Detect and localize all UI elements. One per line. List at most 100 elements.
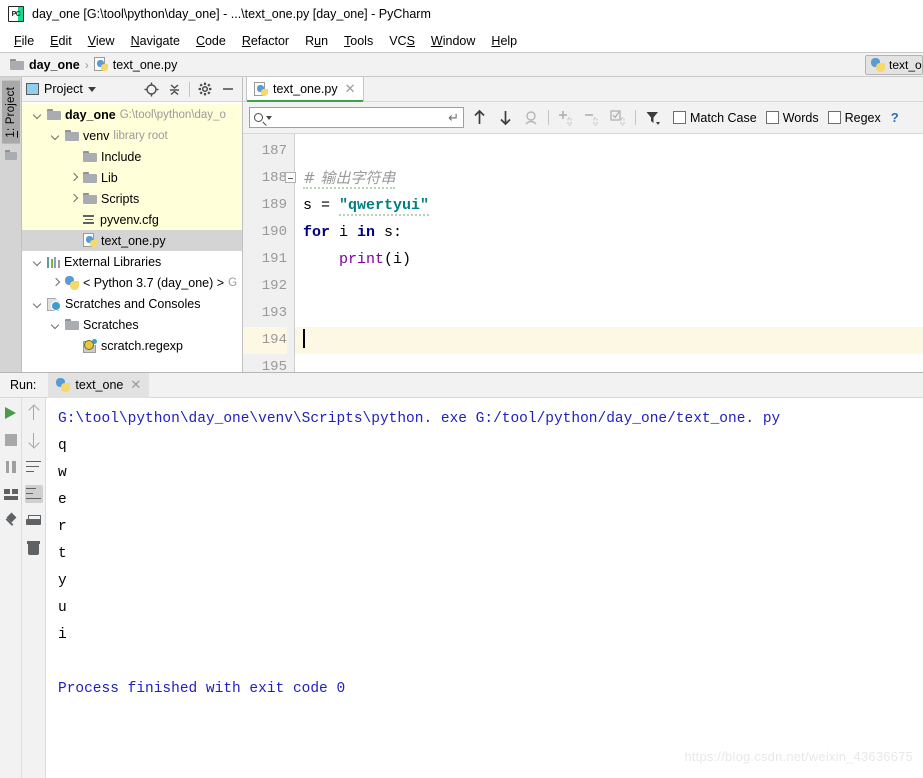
- chevron-right-icon[interactable]: [68, 193, 79, 204]
- editor-tab-text-one[interactable]: text_one.py ✕: [246, 76, 364, 102]
- code-line[interactable]: [303, 354, 923, 372]
- search-input[interactable]: [275, 109, 446, 126]
- close-icon[interactable]: ✕: [345, 81, 356, 97]
- code-line[interactable]: [303, 273, 923, 300]
- tree-item[interactable]: venv library root: [22, 125, 242, 146]
- tree-item[interactable]: External Libraries: [22, 251, 242, 272]
- code-line[interactable]: [303, 138, 923, 165]
- regex-option[interactable]: Regex: [827, 111, 881, 125]
- add-occurrence-button[interactable]: [555, 107, 577, 129]
- code-line[interactable]: [295, 327, 923, 354]
- words-checkbox[interactable]: [765, 111, 779, 124]
- menu-vcs[interactable]: VCS: [381, 31, 423, 51]
- chevron-down-icon[interactable]: [32, 256, 43, 267]
- find-help-link[interactable]: ?: [891, 110, 899, 125]
- scroll-down-button[interactable]: [25, 431, 43, 449]
- chevron-down-icon[interactable]: [50, 319, 61, 330]
- tree-item[interactable]: Include: [22, 146, 242, 167]
- chevron-down-icon[interactable]: [87, 86, 96, 92]
- hide-panel-button[interactable]: [218, 79, 238, 99]
- tree-item-label: Scratches and Consoles: [65, 296, 201, 311]
- menu-window[interactable]: Window: [423, 31, 483, 51]
- menu-run[interactable]: Run: [297, 31, 336, 51]
- run-configuration-chip[interactable]: text_o: [865, 55, 923, 75]
- console-line: t: [58, 546, 67, 562]
- menu-refactor[interactable]: Refactor: [234, 31, 297, 51]
- breadcrumb-project[interactable]: day_one: [10, 58, 80, 72]
- select-all-button[interactable]: [607, 107, 629, 129]
- run-panel-body: G:\tool\python\day_one\venv\Scripts\pyth…: [0, 398, 923, 778]
- code-line[interactable]: s = "qwertyui": [303, 192, 923, 219]
- tree-item[interactable]: < Python 3.7 (day_one) > G: [22, 272, 242, 293]
- code-line[interactable]: [303, 300, 923, 327]
- folder-icon: [65, 319, 79, 330]
- chevron-down-icon[interactable]: [32, 109, 43, 120]
- code-content[interactable]: # 输出字符串 s = "qwertyui" for i in s: print(i…: [285, 134, 923, 372]
- remove-occurrence-button[interactable]: [581, 107, 603, 129]
- locate-file-button[interactable]: [141, 79, 161, 99]
- search-field[interactable]: ↵: [249, 107, 464, 128]
- search-icon: [254, 113, 263, 122]
- python-file-icon: [83, 233, 97, 248]
- tree-item[interactable]: text_one.py: [22, 230, 242, 251]
- chevron-right-icon[interactable]: [68, 172, 79, 183]
- code-editor[interactable]: 187 188 189 190 191 192 193 194 195 # 输出字符串 s = "…: [243, 134, 923, 372]
- menu-view[interactable]: View: [80, 31, 123, 51]
- menu-file[interactable]: File: [6, 31, 42, 51]
- soft-wrap-button[interactable]: [25, 458, 43, 476]
- match-case-option[interactable]: Match Case: [673, 111, 757, 125]
- console-output[interactable]: G:\tool\python\day_one\venv\Scripts\pyth…: [46, 398, 923, 778]
- menu-code[interactable]: Code: [188, 31, 234, 51]
- clear-all-button[interactable]: [25, 539, 43, 557]
- select-all-occurrences-button[interactable]: [520, 107, 542, 129]
- stop-button[interactable]: [2, 431, 20, 449]
- code-token: s: [303, 197, 322, 214]
- tree-item-label: Lib: [101, 170, 118, 185]
- menu-edit[interactable]: Edit: [42, 31, 80, 51]
- rerun-button[interactable]: [2, 404, 20, 422]
- menu-navigate[interactable]: Navigate: [123, 31, 188, 51]
- match-case-checkbox[interactable]: [673, 111, 686, 124]
- fold-collapse-icon[interactable]: [285, 172, 296, 183]
- code-token: (i): [384, 251, 412, 268]
- chevron-down-icon[interactable]: [266, 115, 272, 120]
- pause-button[interactable]: [2, 458, 20, 476]
- find-next-button[interactable]: [494, 107, 516, 129]
- tree-item[interactable]: pyvenv.cfg: [22, 209, 242, 230]
- console-line: e: [58, 492, 67, 508]
- tree-item[interactable]: Scratches: [22, 314, 242, 335]
- print-button[interactable]: [25, 512, 43, 530]
- tree-item[interactable]: Lib: [22, 167, 242, 188]
- code-line[interactable]: print(i): [303, 246, 923, 273]
- tree-item[interactable]: scratch.regexp: [22, 335, 242, 356]
- breadcrumb-file[interactable]: text_one.py: [93, 57, 177, 72]
- main-area: 1: Project Project day_one G:\tool\pytho…: [0, 76, 923, 372]
- tree-item-label: < Python 3.7 (day_one) >: [83, 275, 225, 290]
- regex-checkbox[interactable]: [827, 111, 841, 124]
- chevron-down-icon[interactable]: [32, 298, 43, 309]
- scroll-to-end-button[interactable]: [24, 485, 43, 503]
- sidebar-tab-project[interactable]: 1: Project: [1, 81, 20, 144]
- close-icon[interactable]: ✕: [130, 377, 141, 393]
- tree-item[interactable]: day_one G:\tool\python\day_o: [22, 104, 242, 125]
- words-option[interactable]: Words: [765, 111, 819, 125]
- settings-gear-button[interactable]: [195, 79, 215, 99]
- menu-tools[interactable]: Tools: [336, 31, 381, 51]
- scroll-up-button[interactable]: [25, 404, 43, 422]
- tree-item-label: Scratches: [83, 317, 139, 332]
- folder-icon: [83, 151, 97, 162]
- collapse-all-button[interactable]: [164, 79, 184, 99]
- tree-item[interactable]: Scripts: [22, 188, 242, 209]
- run-tab-text-one[interactable]: text_one ✕: [48, 372, 150, 398]
- code-line[interactable]: # 输出字符串: [285, 165, 923, 192]
- line-number-gutter: 187 188 189 190 191 192 193 194 195: [243, 134, 295, 372]
- layout-button[interactable]: [2, 485, 20, 503]
- pin-tab-button[interactable]: [2, 512, 20, 530]
- find-previous-button[interactable]: [468, 107, 490, 129]
- filter-button[interactable]: [642, 107, 664, 129]
- code-line[interactable]: for i in s:: [303, 219, 923, 246]
- menu-help[interactable]: Help: [483, 31, 525, 51]
- chevron-right-icon[interactable]: [50, 277, 61, 288]
- tree-item[interactable]: Scratches and Consoles: [22, 293, 242, 314]
- chevron-down-icon[interactable]: [50, 130, 61, 141]
